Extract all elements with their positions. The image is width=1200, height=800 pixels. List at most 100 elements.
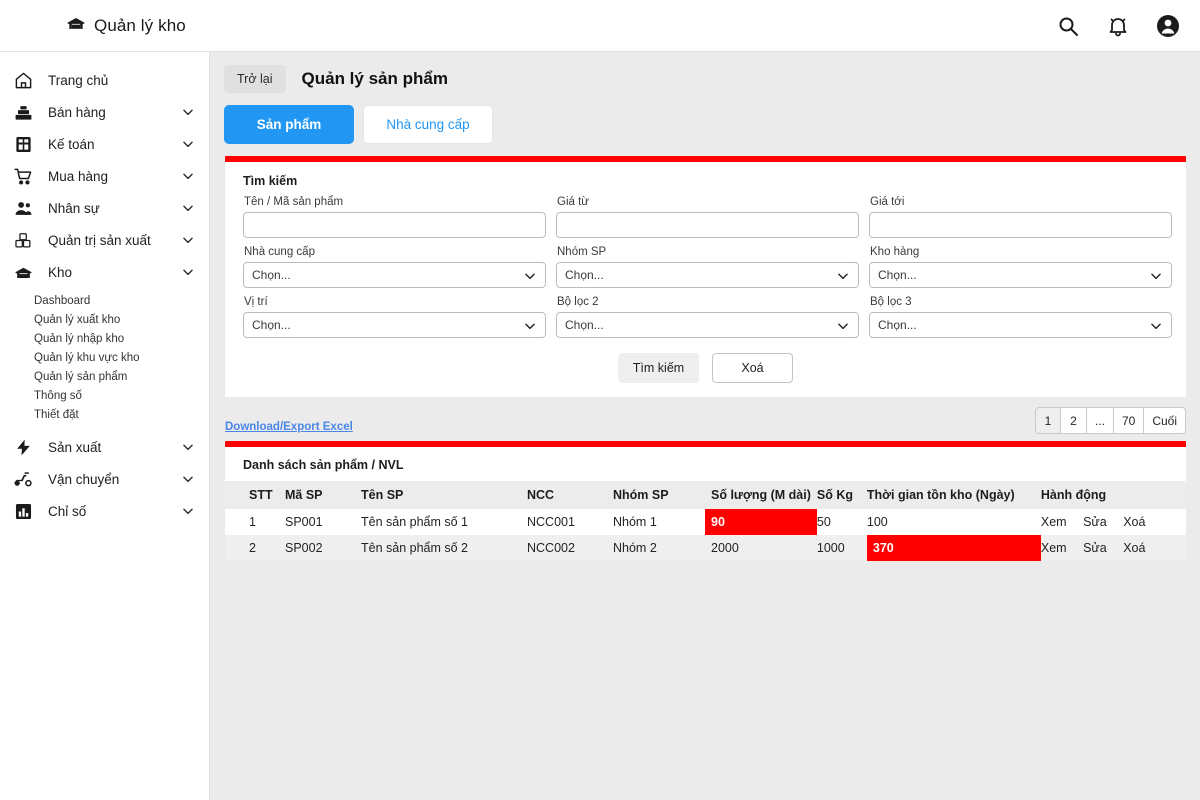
- bar-chart-icon: [12, 500, 34, 522]
- cell-so-luong: 2000: [705, 535, 817, 561]
- product-list-card: Danh sách sản phẩm / NVL STT Mã SP Tên S…: [225, 441, 1186, 561]
- vi-tri-select[interactable]: Chọn...: [243, 312, 546, 338]
- select-value: Chọn...: [565, 268, 604, 282]
- action-xoa[interactable]: Xoá: [1123, 515, 1145, 529]
- cell-nhom-sp: Nhóm 1: [613, 509, 705, 535]
- chevron-down-icon[interactable]: [181, 233, 195, 247]
- warehouse-icon: [66, 13, 86, 38]
- cell-hanh-dong: Xem Sửa Xoá: [1040, 509, 1186, 535]
- sidebar-item-trang-chu[interactable]: Trang chủ: [0, 64, 209, 96]
- search-card: Tìm kiếm Tên / Mã sản phẩm Giá từ Giá tớ…: [225, 156, 1186, 397]
- chevron-down-icon[interactable]: [181, 472, 195, 486]
- submenu-item-quan-ly-san-pham[interactable]: Quản lý sản phẩm: [0, 368, 209, 387]
- field-label: Vị trí: [244, 296, 268, 308]
- pagination-last[interactable]: Cuối: [1144, 407, 1186, 434]
- chevron-down-icon: [1149, 269, 1163, 286]
- pagination-page-70[interactable]: 70: [1113, 407, 1145, 434]
- cell-nhom-sp: Nhóm 2: [613, 535, 705, 561]
- sidebar-item-nhan-su[interactable]: Nhân sự: [0, 192, 209, 224]
- field-ten-ma-san-pham: Tên / Mã sản phẩm: [243, 196, 546, 246]
- sidebar-item-label: Chỉ số: [48, 503, 87, 519]
- table-row[interactable]: 1 SP001 Tên sản phẩm số 1 NCC001 Nhóm 1 …: [225, 509, 1186, 535]
- cell-hanh-dong: Xem Sửa Xoá: [1040, 535, 1186, 561]
- sidebar-item-label: Kế toán: [48, 136, 95, 152]
- submenu-item-thiet-dat[interactable]: Thiết đặt: [0, 406, 209, 425]
- table-row[interactable]: 2 SP002 Tên sản phẩm số 2 NCC002 Nhóm 2 …: [225, 535, 1186, 561]
- column-header-ma-sp: Mã SP: [285, 481, 361, 509]
- tab-san-pham[interactable]: Sản phẩm: [224, 105, 354, 144]
- search-button[interactable]: Tìm kiếm: [618, 353, 699, 383]
- pagination-page-1[interactable]: 1: [1034, 407, 1061, 434]
- cell-so-luong-alert: 90: [705, 509, 817, 535]
- home-icon: [12, 69, 34, 91]
- field-gia-tu: Giá từ: [556, 196, 859, 246]
- kho-hang-select[interactable]: Chọn...: [869, 262, 1172, 288]
- action-xem[interactable]: Xem: [1041, 515, 1067, 529]
- submenu-item-quan-ly-khu-vuc-kho[interactable]: Quản lý khu vực kho: [0, 349, 209, 368]
- column-header-thoi-gian: Thời gian tồn kho (Ngày): [866, 481, 1041, 509]
- action-sua[interactable]: Sửa: [1083, 515, 1107, 529]
- submenu-item-dashboard[interactable]: Dashboard: [0, 292, 209, 311]
- chevron-down-icon[interactable]: [181, 265, 195, 279]
- cell-ma-sp: SP002: [285, 535, 361, 561]
- back-button[interactable]: Trở lại: [224, 65, 286, 93]
- kho-submenu: Dashboard Quản lý xuất kho Quản lý nhập …: [0, 288, 209, 431]
- chevron-down-icon[interactable]: [181, 105, 195, 119]
- nha-cung-cap-select[interactable]: Chọn...: [243, 262, 546, 288]
- pagination-ellipsis: ...: [1086, 407, 1114, 434]
- notification-bell-icon[interactable]: [1106, 14, 1130, 38]
- action-sua[interactable]: Sửa: [1083, 541, 1107, 555]
- pagination-page-2[interactable]: 2: [1060, 407, 1087, 434]
- gia-toi-input[interactable]: [869, 212, 1172, 238]
- select-value: Chọn...: [878, 318, 917, 332]
- field-label: Bộ lọc 3: [870, 296, 912, 308]
- chevron-down-icon[interactable]: [181, 504, 195, 518]
- column-header-so-luong: Số lượng (M dài): [705, 481, 817, 509]
- sidebar-item-quan-tri-san-xuat[interactable]: Quản trị sản xuất: [0, 224, 209, 256]
- clear-button[interactable]: Xoá: [712, 353, 793, 383]
- sidebar-item-chi-so[interactable]: Chỉ số: [0, 495, 209, 527]
- sidebar-item-ke-toan[interactable]: Kế toán: [0, 128, 209, 160]
- tab-nha-cung-cap[interactable]: Nhà cung cấp: [363, 105, 493, 144]
- table-title: Danh sách sản phẩm / NVL: [243, 458, 404, 472]
- sidebar-item-label: Bán hàng: [48, 104, 106, 120]
- sidebar-item-kho[interactable]: Kho: [0, 256, 209, 288]
- nhom-sp-select[interactable]: Chọn...: [556, 262, 859, 288]
- ten-ma-san-pham-input[interactable]: [243, 212, 546, 238]
- chevron-down-icon: [836, 269, 850, 286]
- sidebar-item-san-xuat[interactable]: Sản xuất: [0, 431, 209, 463]
- tab-bar: Sản phẩm Nhà cung cấp: [211, 93, 1200, 144]
- submenu-item-thong-so[interactable]: Thông số: [0, 387, 209, 406]
- chevron-down-icon[interactable]: [181, 169, 195, 183]
- chevron-down-icon[interactable]: [181, 137, 195, 151]
- form-actions: Tìm kiếm Xoá: [225, 346, 1186, 383]
- action-xoa[interactable]: Xoá: [1123, 541, 1145, 555]
- bo-loc-2-select[interactable]: Chọn...: [556, 312, 859, 338]
- select-value: Chọn...: [565, 318, 604, 332]
- chevron-down-icon[interactable]: [181, 201, 195, 215]
- submenu-item-quan-ly-nhap-kho[interactable]: Quản lý nhập kho: [0, 330, 209, 349]
- field-label: Bộ lọc 2: [557, 296, 599, 308]
- bo-loc-3-select[interactable]: Chọn...: [869, 312, 1172, 338]
- sidebar-item-mua-hang[interactable]: Mua hàng: [0, 160, 209, 192]
- chevron-down-icon: [1149, 319, 1163, 336]
- cell-ncc: NCC002: [527, 535, 613, 561]
- cell-ten-sp: Tên sản phẩm số 2: [361, 535, 527, 561]
- search-form: Tên / Mã sản phẩm Giá từ Giá tới Nhà cun…: [225, 188, 1186, 346]
- cash-register-icon: [12, 101, 34, 123]
- sidebar-item-label: Nhân sự: [48, 200, 100, 216]
- export-excel-link[interactable]: Download/Export Excel: [225, 421, 353, 433]
- account-circle-icon[interactable]: [1156, 14, 1180, 38]
- column-header-stt: STT: [225, 481, 285, 509]
- sidebar-item-ban-hang[interactable]: Bán hàng: [0, 96, 209, 128]
- submenu-item-quan-ly-xuat-kho[interactable]: Quản lý xuất kho: [0, 311, 209, 330]
- chevron-down-icon[interactable]: [181, 440, 195, 454]
- field-vi-tri: Vị trí Chọn...: [243, 296, 546, 346]
- action-xem[interactable]: Xem: [1041, 541, 1067, 555]
- sidebar-item-van-chuyen[interactable]: Vận chuyển: [0, 463, 209, 495]
- pagination: 1 2 ... 70 Cuối: [1034, 407, 1186, 434]
- page-title: Quản lý sản phẩm: [301, 69, 448, 88]
- search-icon[interactable]: [1056, 14, 1080, 38]
- select-value: Chọn...: [252, 268, 291, 282]
- gia-tu-input[interactable]: [556, 212, 859, 238]
